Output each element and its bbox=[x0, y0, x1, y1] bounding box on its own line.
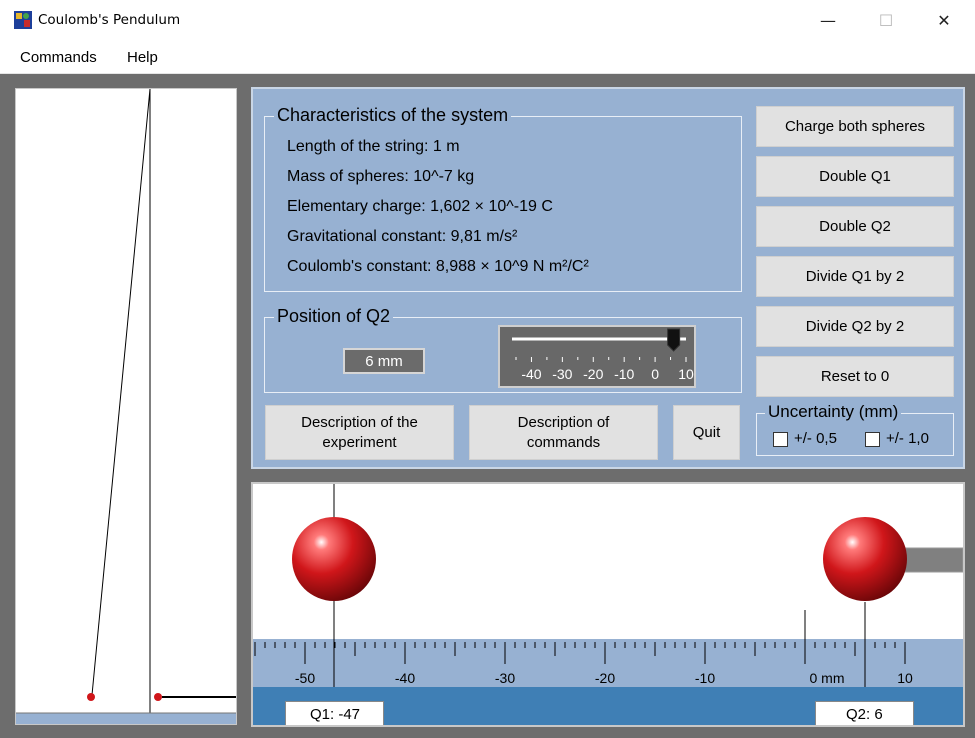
q1-sphere-small bbox=[87, 693, 95, 701]
string-length-text: Length of the string: 1 m bbox=[287, 138, 460, 155]
divide-q1-button[interactable]: Divide Q1 by 2 bbox=[756, 256, 954, 297]
description-experiment-button[interactable]: Description of the experiment bbox=[265, 405, 454, 460]
ruler-label: -30 bbox=[495, 670, 515, 686]
slider-tick-label: -20 bbox=[583, 366, 603, 382]
q2-label: Q2: 6 bbox=[815, 701, 914, 725]
maximize-icon[interactable]: ☐ bbox=[857, 0, 915, 40]
slider-tick-label: 10 bbox=[678, 366, 694, 382]
slider-tick-label: -10 bbox=[614, 366, 634, 382]
uncertainty-05-checkbox[interactable] bbox=[773, 431, 788, 447]
quit-button[interactable]: Quit bbox=[673, 405, 740, 460]
uncertainty-05-label: +/- 0,5 bbox=[794, 430, 837, 447]
control-panel: Characteristics of the system Length of … bbox=[251, 87, 965, 469]
gravitational-constant-text: Gravitational constant: 9,81 m/s² bbox=[287, 228, 518, 245]
pendulum-drawing bbox=[16, 89, 236, 724]
ruler-label: -40 bbox=[395, 670, 415, 686]
slider-thumb bbox=[667, 328, 681, 352]
pendulum-string bbox=[91, 89, 151, 696]
coulomb-constant-text: Coulomb's constant: 8,988 × 10^9 N m²/C² bbox=[287, 258, 589, 275]
q2-sphere-small bbox=[154, 693, 162, 701]
uncertainty-option-10[interactable]: +/- 1,0 bbox=[865, 430, 929, 447]
uncertainty-option-05[interactable]: +/- 0,5 bbox=[773, 430, 837, 447]
title-bar: Coulomb's Pendulum — ☐ ✕ bbox=[0, 0, 975, 40]
position-title: Position of Q2 bbox=[274, 306, 394, 327]
ruler-label: -10 bbox=[695, 670, 715, 686]
characteristics-title: Characteristics of the system bbox=[274, 105, 512, 126]
q1-label: Q1: -47 bbox=[285, 701, 384, 725]
slider-graphic[interactable]: -40 -30 -20 -10 0 10 bbox=[500, 327, 694, 386]
position-readout: 6 mm bbox=[343, 348, 425, 374]
menu-help[interactable]: Help bbox=[127, 49, 158, 66]
window-title: Coulomb's Pendulum bbox=[38, 12, 181, 28]
ruler-label: -20 bbox=[595, 670, 615, 686]
slider-tick-label: -40 bbox=[521, 366, 541, 382]
uncertainty-10-checkbox[interactable] bbox=[865, 431, 880, 447]
menu-commands[interactable]: Commands bbox=[20, 49, 97, 66]
uncertainty-group: Uncertainty (mm) +/- 0,5 +/- 1,0 bbox=[756, 402, 954, 456]
uncertainty-title: Uncertainty (mm) bbox=[765, 402, 902, 422]
pendulum-side-view bbox=[15, 88, 237, 725]
ground-strip bbox=[16, 713, 236, 724]
position-slider[interactable]: -40 -30 -20 -10 0 10 bbox=[498, 325, 696, 388]
menu-bar: Commands Help bbox=[0, 40, 975, 74]
experiment-view: -50 -40 -30 -20 -10 0 mm 10 Q1: -47 Q2: 6 bbox=[251, 482, 965, 727]
elementary-charge-text: Elementary charge: 1,602 × 10^-19 C bbox=[287, 198, 553, 215]
characteristics-group: Characteristics of the system Length of … bbox=[264, 105, 742, 292]
ruler-label: 10 bbox=[897, 670, 913, 686]
uncertainty-10-label: +/- 1,0 bbox=[886, 430, 929, 447]
charge-both-button[interactable]: Charge both spheres bbox=[756, 106, 954, 147]
close-icon[interactable]: ✕ bbox=[915, 0, 973, 40]
double-q1-button[interactable]: Double Q1 bbox=[756, 156, 954, 197]
ruler-label: 0 mm bbox=[810, 670, 845, 686]
minimize-icon[interactable]: — bbox=[799, 0, 857, 40]
reset-button[interactable]: Reset to 0 bbox=[756, 356, 954, 397]
bench-drawing: -50 -40 -30 -20 -10 0 mm 10 bbox=[253, 484, 963, 725]
sphere-mass-text: Mass of spheres: 10^-7 kg bbox=[287, 168, 475, 185]
slider-tick-label: -30 bbox=[552, 366, 572, 382]
slider-tick-label: 0 bbox=[651, 366, 659, 382]
double-q2-button[interactable]: Double Q2 bbox=[756, 206, 954, 247]
divide-q2-button[interactable]: Divide Q2 by 2 bbox=[756, 306, 954, 347]
ruler-label: -50 bbox=[295, 670, 315, 686]
q2-rod bbox=[904, 547, 963, 573]
app-icon bbox=[14, 11, 32, 29]
q1-sphere bbox=[292, 517, 376, 601]
q2-sphere bbox=[823, 517, 907, 601]
description-commands-button[interactable]: Description of commands bbox=[469, 405, 658, 460]
position-group: Position of Q2 6 mm -40 -30 -20 -10 0 10 bbox=[264, 306, 742, 393]
